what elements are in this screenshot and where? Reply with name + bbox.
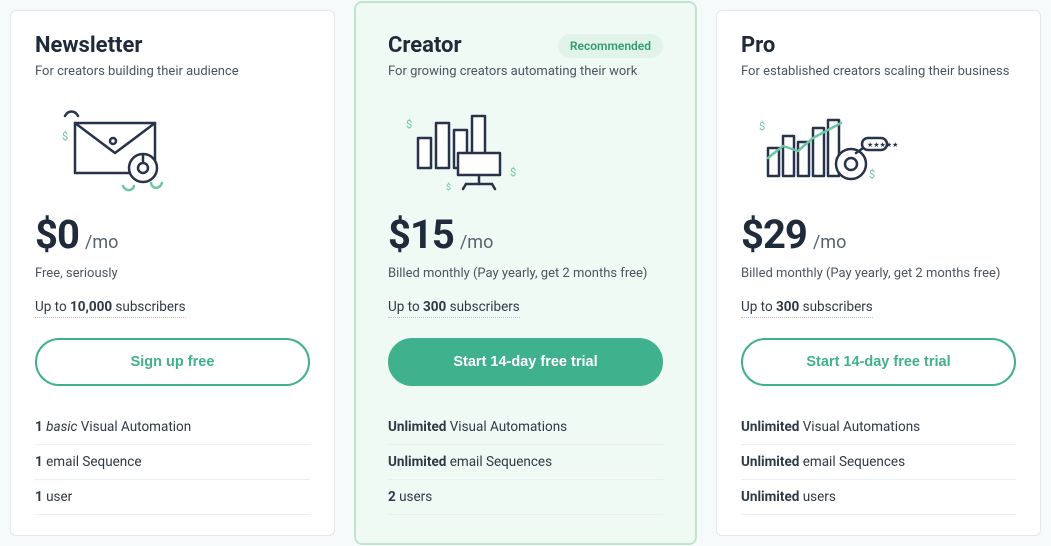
svg-text:$: $ [406, 118, 412, 131]
feature-item: Unlimited email Sequences [741, 445, 1016, 480]
plan-card-newsletter: Newsletter For creators building their a… [10, 10, 335, 536]
plan-card-pro: Pro For established creators scaling the… [716, 10, 1041, 536]
plan-price: $29 [741, 211, 807, 258]
plan-card-creator: Creator Recommended For growing creators… [363, 10, 688, 536]
feature-item: 1 basic Visual Automation [35, 410, 310, 445]
features-list: 1 basic Visual Automation 1 email Sequen… [35, 410, 310, 515]
signup-free-button[interactable]: Sign up free [35, 338, 310, 386]
bar-chart-illustration-icon: $ $ $ [388, 93, 663, 203]
feature-item: Unlimited Visual Automations [741, 410, 1016, 445]
features-list: Unlimited Visual Automations Unlimited e… [741, 410, 1016, 515]
plan-period: /mo [85, 232, 118, 253]
svg-text:$: $ [869, 168, 875, 181]
billing-note: Free, seriously [35, 266, 310, 281]
svg-text:$: $ [446, 182, 451, 193]
feature-item: 1 user [35, 480, 310, 515]
plan-subtitle: For established creators scaling their b… [741, 64, 1016, 79]
subscriber-limit: Up to 300 subscribers [388, 299, 520, 318]
plan-subtitle: For growing creators automating their wo… [388, 64, 663, 79]
svg-text:$: $ [759, 120, 765, 133]
envelope-illustration-icon: $ [35, 93, 310, 203]
feature-item: 2 users [388, 480, 663, 515]
feature-item: Unlimited Visual Automations [388, 410, 663, 445]
start-trial-button[interactable]: Start 14-day free trial [741, 338, 1016, 386]
plan-price: $0 [35, 211, 79, 258]
feature-item: 1 email Sequence [35, 445, 310, 480]
billing-note: Billed monthly (Pay yearly, get 2 months… [741, 266, 1016, 281]
plan-title: Newsletter [35, 33, 142, 58]
feature-item: Unlimited email Sequences [388, 445, 663, 480]
subscriber-limit: Up to 300 subscribers [741, 299, 873, 318]
plan-period: /mo [813, 232, 846, 253]
start-trial-button[interactable]: Start 14-day free trial [388, 338, 663, 386]
plan-subtitle: For creators building their audience [35, 64, 310, 79]
feature-item: Unlimited users [741, 480, 1016, 515]
svg-text:★★★★★: ★★★★★ [867, 141, 898, 149]
plan-price: $15 [388, 211, 454, 258]
recommended-badge: Recommended [558, 34, 663, 58]
billing-note: Billed monthly (Pay yearly, get 2 months… [388, 266, 663, 281]
plan-title: Pro [741, 33, 775, 58]
plan-period: /mo [460, 232, 493, 253]
growth-chart-illustration-icon: ★★★★★ $ $ [741, 93, 1016, 203]
svg-text:$: $ [62, 130, 68, 143]
features-list: Unlimited Visual Automations Unlimited e… [388, 410, 663, 515]
plan-title: Creator [388, 33, 462, 58]
svg-text:$: $ [510, 166, 516, 179]
pricing-plans: Newsletter For creators building their a… [10, 10, 1041, 536]
subscriber-limit: Up to 10,000 subscribers [35, 299, 186, 318]
